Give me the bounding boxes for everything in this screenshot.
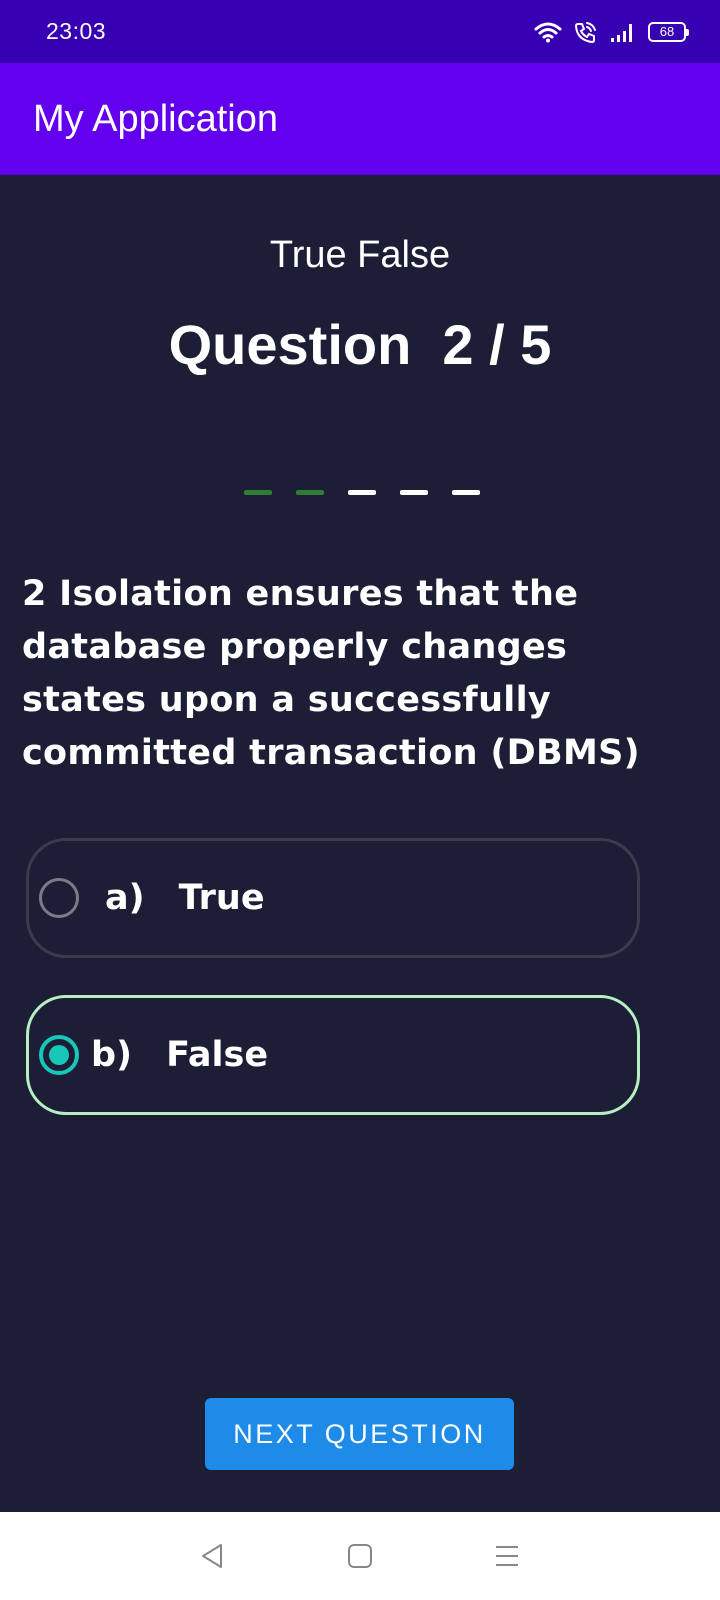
status-time: 23:03 <box>46 18 107 44</box>
option-label: False <box>166 1035 269 1075</box>
radio-dot <box>49 1045 69 1065</box>
option-letter: b) <box>91 1035 133 1075</box>
battery-icon: 68 <box>648 21 689 42</box>
progress-segment-pending <box>452 490 480 495</box>
progress-segment-answered <box>296 490 324 495</box>
status-bar: 23:03 68 <box>0 0 720 63</box>
home-icon[interactable] <box>330 1526 390 1586</box>
app-title: My Application <box>33 97 279 140</box>
menu-icon[interactable] <box>477 1526 537 1586</box>
option-letter: a) <box>105 878 145 918</box>
next-question-button[interactable]: NEXT QUESTION <box>205 1398 514 1470</box>
wifi-icon <box>534 21 562 43</box>
option-false[interactable]: b) False <box>26 995 640 1115</box>
question-counter: Question 2 / 5 <box>168 313 552 376</box>
back-icon[interactable] <box>183 1526 243 1586</box>
app-bar: My Application <box>0 63 720 175</box>
wifi-calling-icon <box>574 21 598 43</box>
progress-segment-pending <box>348 490 376 495</box>
navigation-bar <box>0 1512 720 1600</box>
question-text: 2 Isolation ensures that the database pr… <box>22 574 640 773</box>
option-label: True <box>178 878 265 918</box>
radio-unchecked-icon[interactable] <box>39 878 79 918</box>
progress-indicator <box>244 490 480 495</box>
progress-segment-answered <box>244 490 272 495</box>
option-true[interactable]: a) True <box>26 838 640 958</box>
quiz-type-label: True False <box>269 234 451 276</box>
progress-segment-pending <box>400 490 428 495</box>
signal-icon <box>610 21 636 43</box>
status-icons: 68 <box>534 21 689 43</box>
radio-checked-icon[interactable] <box>39 1035 79 1075</box>
